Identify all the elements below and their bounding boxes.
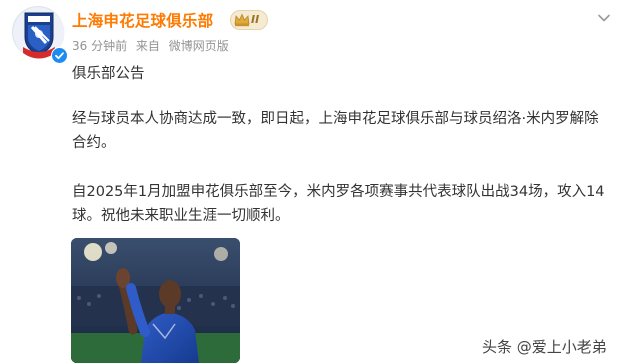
watermark: 头条 @爱上小老弟 <box>482 338 607 356</box>
post-meta: 36 分钟前 来自 微博网页版 <box>72 37 234 54</box>
player-photo <box>71 238 240 363</box>
level-badge[interactable]: II <box>230 10 268 30</box>
level-badge-label: II <box>251 13 260 26</box>
post-paragraph-title: 俱乐部公告 <box>72 66 145 82</box>
post-paragraph-announcement: 经与球员本人协商达成一致，即日起，上海申花足球俱乐部与球员绍洛·米内罗解除合约。 <box>72 111 599 151</box>
account-name[interactable]: 上海申花足球俱乐部 <box>72 9 213 31</box>
chevron-down-icon[interactable] <box>597 8 611 27</box>
post-image[interactable] <box>71 238 240 363</box>
post-paragraph-stats: 自2025年1月加盟申花俱乐部至今，米内罗各项赛事共代表球队出战34场，攻入14… <box>72 184 605 224</box>
crown-icon <box>234 13 250 27</box>
post-time[interactable]: 36 分钟前 <box>72 39 127 53</box>
post-source[interactable]: 微博网页版 <box>169 39 229 53</box>
source-prefix: 来自 <box>135 39 160 53</box>
verified-check-icon <box>51 47 68 64</box>
avatar[interactable] <box>12 6 68 64</box>
